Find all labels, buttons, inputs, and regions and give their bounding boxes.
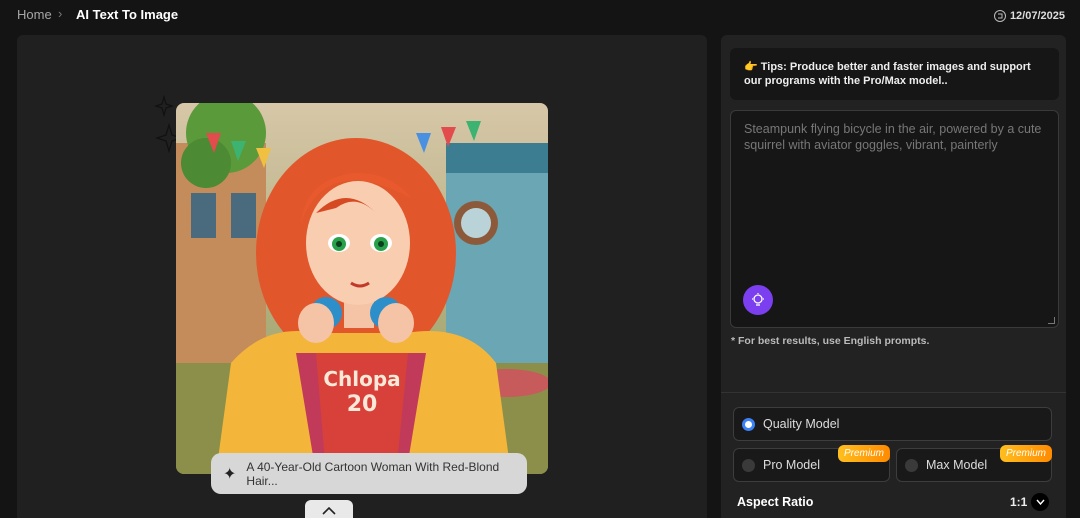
english-prompt-hint: * For best results, use English prompts.	[731, 335, 930, 347]
collapse-button[interactable]	[305, 500, 353, 518]
shirt-text-bottom: 20	[347, 392, 378, 417]
aspect-ratio-dropdown[interactable]	[1031, 493, 1049, 511]
tips-banner: 👉 Tips: Produce better and faster images…	[730, 48, 1059, 100]
model-option-quality[interactable]: Quality Model	[733, 407, 1052, 441]
credits-value: 12/07/2025	[1009, 10, 1065, 22]
top-bar: Home › AI Text To Image 12/07/2025	[0, 0, 1080, 34]
generated-image[interactable]: Chlopa 20	[176, 103, 548, 474]
credits-display[interactable]: 12/07/2025	[993, 10, 1065, 22]
prompt-caption-text: A 40-Year-Old Cartoon Woman With Red-Blo…	[246, 459, 500, 488]
chevron-up-icon	[322, 507, 336, 515]
divider	[721, 392, 1066, 393]
credit-icon	[993, 10, 1006, 22]
chevron-down-icon	[1035, 499, 1045, 505]
premium-badge: Premium	[999, 445, 1052, 462]
radio-unselected-icon	[905, 458, 918, 472]
prompt-inspiration-button[interactable]	[743, 285, 773, 315]
model-option-label: Quality Model	[763, 417, 840, 431]
model-option-pro[interactable]: Pro Model Premium	[733, 445, 890, 482]
model-option-label: Pro Model	[763, 458, 820, 472]
aspect-ratio-value[interactable]: 1:1	[1010, 495, 1027, 509]
breadcrumb-separator-icon: ›	[58, 6, 63, 21]
breadcrumb-current: AI Text To Image	[76, 7, 179, 22]
shirt-text-top: Chlopa	[323, 367, 400, 391]
breadcrumb-home-link[interactable]: Home	[17, 7, 52, 22]
model-option-max[interactable]: Max Model Premium	[896, 445, 1052, 482]
prompt-caption-pill[interactable]: ✦ A 40-Year-Old Cartoon Woman With Red-B…	[211, 453, 527, 494]
lightbulb-icon	[752, 293, 764, 306]
sparkle-icon: ✦	[223, 465, 237, 483]
model-option-label: Max Model	[926, 458, 988, 472]
radio-selected-icon	[742, 417, 755, 431]
aspect-ratio-label: Aspect Ratio	[737, 495, 814, 509]
premium-badge: Premium	[837, 445, 890, 462]
prompt-placeholder: Steampunk flying bicycle in the air, pow…	[744, 122, 1042, 152]
prompt-input[interactable]: Steampunk flying bicycle in the air, pow…	[730, 110, 1059, 328]
radio-unselected-icon	[742, 458, 755, 472]
settings-panel: 👉 Tips: Produce better and faster images…	[721, 35, 1066, 518]
resize-handle-icon[interactable]	[1048, 317, 1055, 324]
